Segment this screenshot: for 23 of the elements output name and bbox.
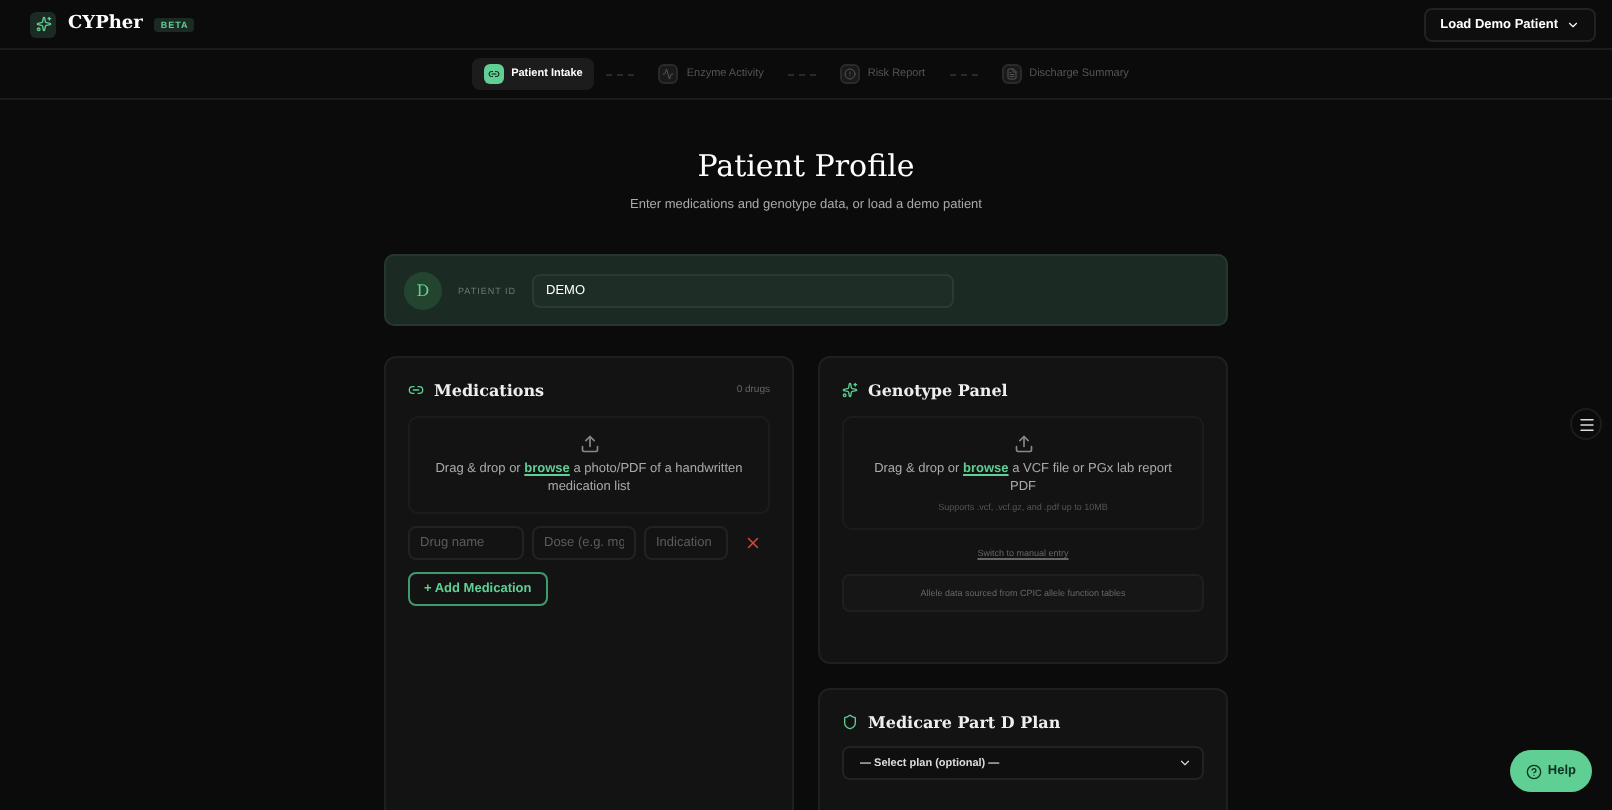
patient-avatar: D — [404, 271, 442, 309]
chevron-icon — [1178, 756, 1192, 770]
card-title: Medicare Part D Plan — [868, 712, 1063, 732]
chevron-icon — [1566, 17, 1580, 31]
step-icon — [662, 68, 675, 80]
logo-icon — [30, 11, 56, 37]
upload-icon — [1013, 434, 1033, 454]
help-icon — [1525, 763, 1542, 779]
sparkle-icon — [842, 382, 858, 398]
step-icon — [1005, 68, 1018, 80]
card-title: Medications — [434, 380, 547, 400]
link-icon — [408, 382, 424, 398]
shield-icon — [842, 714, 858, 730]
close-icon — [744, 534, 762, 552]
menu-icon — [1577, 415, 1595, 433]
upload-icon — [579, 434, 599, 454]
page-title: Patient Profile — [697, 148, 915, 184]
remove-button[interactable] — [744, 534, 762, 552]
app-name: CYPher — [68, 14, 143, 34]
step-icon — [843, 68, 856, 80]
step-icon — [487, 68, 500, 80]
menu-button[interactable] — [1570, 408, 1602, 440]
card-title: Genotype Panel — [868, 380, 1010, 400]
